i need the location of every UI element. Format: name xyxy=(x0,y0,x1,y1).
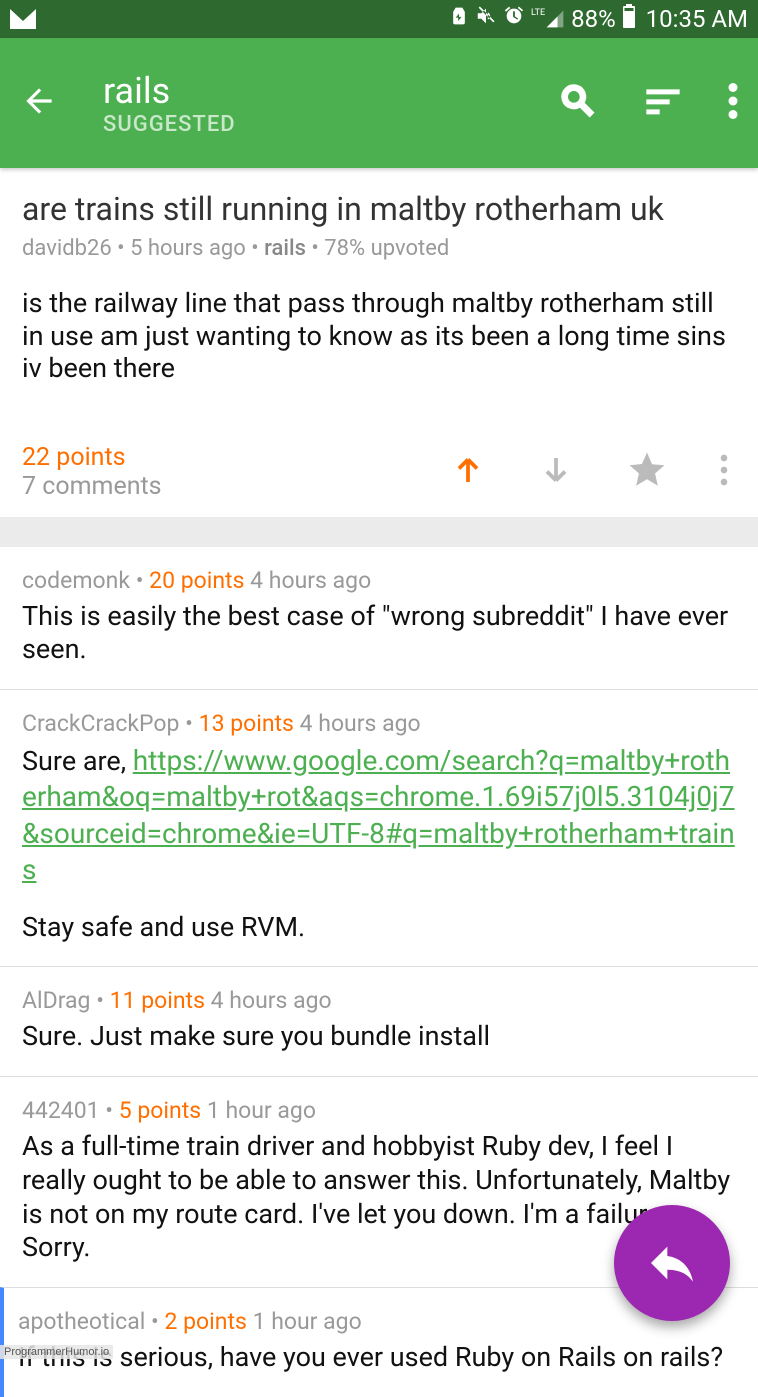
comment-author[interactable]: apotheotical xyxy=(18,1308,145,1335)
status-right: LTE 88% 10:35 AM xyxy=(449,4,748,34)
search-icon[interactable] xyxy=(558,81,598,125)
mute-icon xyxy=(475,5,497,33)
comment-age: 4 hours ago xyxy=(300,710,421,737)
post-age: 5 hours ago xyxy=(130,236,246,261)
comment-item[interactable]: CrackCrackPop • 13 points 4 hours ago Su… xyxy=(0,689,758,966)
subreddit-title[interactable]: rails xyxy=(103,70,558,112)
reply-icon xyxy=(644,1235,700,1291)
status-left xyxy=(10,9,449,29)
post-meta: davidb26 • 5 hours ago • rails • 78% upv… xyxy=(22,236,736,261)
comment-body: If this is serious, have you ever used R… xyxy=(18,1341,736,1375)
post-title[interactable]: are trains still running in maltby rothe… xyxy=(22,190,736,228)
app-title-block: rails SUGGESTED xyxy=(103,70,558,137)
upvote-icon[interactable] xyxy=(450,452,486,492)
battery-pct-label: 88% xyxy=(571,5,616,33)
subreddit-subtitle: SUGGESTED xyxy=(103,112,558,137)
comment-item[interactable]: codemonk • 20 points 4 hours ago This is… xyxy=(0,547,758,690)
post-upvote-pct: 78% upvoted xyxy=(324,236,449,261)
comment-overflow-icon[interactable] xyxy=(720,454,728,490)
alarm-icon xyxy=(503,5,525,33)
post-card: are trains still running in maltby rothe… xyxy=(0,168,758,517)
comment-points: 20 points xyxy=(149,567,244,594)
comment-body: Sure. Just make sure you bundle install xyxy=(22,1020,736,1054)
comment-author[interactable]: codemonk xyxy=(22,567,130,594)
comment-item[interactable]: AlDrag • 11 points 4 hours ago Sure. Jus… xyxy=(0,966,758,1076)
post-body: is the railway line that pass through ma… xyxy=(22,287,736,384)
clock-label: 10:35 AM xyxy=(646,5,748,33)
points-block: 22 points 7 comments xyxy=(22,443,450,501)
comment-body: Sure are, https://www.google.com/search?… xyxy=(22,743,736,944)
app-actions xyxy=(558,81,738,125)
comment-points: 13 points xyxy=(199,710,294,737)
post-sub[interactable]: rails xyxy=(264,236,306,261)
play-store-icon xyxy=(449,5,469,33)
reply-fab[interactable] xyxy=(614,1205,730,1321)
overflow-menu-icon[interactable] xyxy=(728,83,738,123)
app-bar: rails SUGGESTED xyxy=(0,38,758,168)
gmail-notification-icon xyxy=(10,9,36,29)
back-icon[interactable] xyxy=(20,82,58,124)
comment-age: 1 hour ago xyxy=(253,1308,362,1335)
comment-age: 1 hour ago xyxy=(207,1097,316,1124)
post-author[interactable]: davidb26 xyxy=(22,236,112,261)
comment-author[interactable]: 442401 xyxy=(22,1097,100,1124)
post-comment-count: 7 comments xyxy=(22,472,450,501)
comment-points: 5 points xyxy=(119,1097,201,1124)
watermark: ProgrammerHumor.io xyxy=(0,1345,113,1359)
section-gap xyxy=(0,517,758,547)
post-points: 22 points xyxy=(22,443,450,472)
android-status-bar: LTE 88% 10:35 AM xyxy=(0,0,758,38)
comment-author[interactable]: AlDrag xyxy=(22,987,90,1014)
sort-icon[interactable] xyxy=(643,86,683,120)
comment-age: 4 hours ago xyxy=(211,987,332,1014)
comment-author[interactable]: CrackCrackPop xyxy=(22,710,179,737)
downvote-icon[interactable] xyxy=(538,452,574,492)
post-footer: 22 points 7 comments xyxy=(22,443,736,501)
comment-points: 11 points xyxy=(110,987,205,1014)
comment-body: This is easily the best case of "wrong s… xyxy=(22,600,736,668)
star-icon[interactable] xyxy=(626,449,668,495)
signal-icon: LTE xyxy=(531,9,565,29)
comment-age: 4 hours ago xyxy=(250,567,371,594)
battery-icon xyxy=(622,4,636,34)
comment-points: 2 points xyxy=(165,1308,247,1335)
